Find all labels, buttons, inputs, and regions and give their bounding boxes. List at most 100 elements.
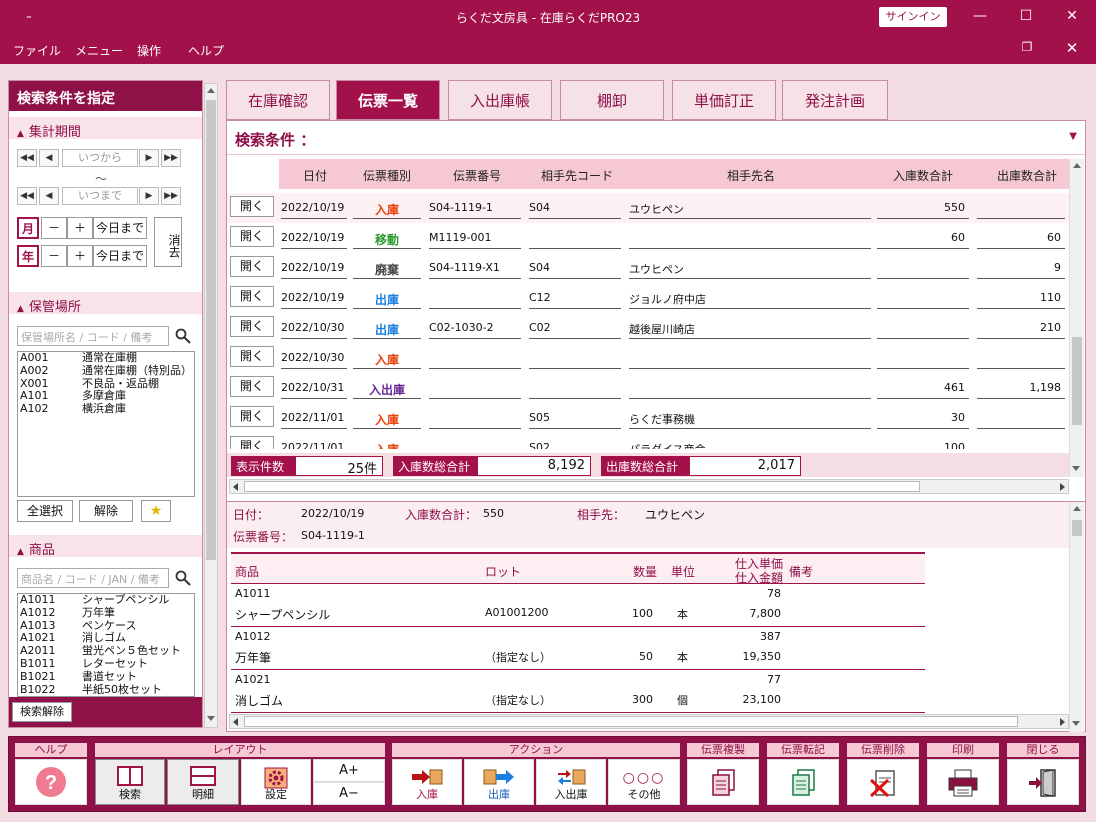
grid-row[interactable]: 開く 2022/11/01 入庫 S05 らくだ事務機 30	[227, 403, 1069, 433]
tab-slip-list[interactable]: 伝票一覧	[336, 80, 440, 120]
search-icon[interactable]	[175, 570, 191, 586]
last-icon[interactable]: ▶▶	[161, 149, 181, 167]
next-icon[interactable]: ▶	[139, 149, 159, 167]
action-out-button[interactable]: 出庫	[464, 759, 534, 805]
col-no[interactable]: 伝票番号	[453, 167, 501, 184]
grid-row[interactable]: 開く 2022/10/19 出庫 C12 ジョルノ府中店 110	[227, 283, 1069, 313]
copy-slip-button[interactable]	[687, 759, 759, 805]
action-in-button[interactable]: 入庫	[392, 759, 462, 805]
maximize-icon[interactable]: ☐	[1011, 6, 1041, 26]
menu-file[interactable]: ファイル	[13, 42, 61, 59]
tab-inout-ledger[interactable]: 入出庫帳	[448, 80, 552, 120]
open-slip-button[interactable]: 開く	[230, 376, 274, 397]
open-slip-button[interactable]: 開く	[230, 316, 274, 337]
col-kind[interactable]: 伝票種別	[363, 167, 411, 184]
col-in[interactable]: 入庫数合計	[893, 167, 953, 184]
grid-row[interactable]: 開く 2022/10/19 廃棄 S04-1119-X1 S04 ユウヒペン 9	[227, 253, 1069, 283]
tab-price-correction[interactable]: 単価訂正	[672, 80, 776, 120]
product-section[interactable]: ▲ 商品	[9, 535, 202, 558]
release-button[interactable]: 解除	[79, 500, 133, 522]
grid-row[interactable]: 開く 2022/10/19 移動 M1119-001 60 60	[227, 223, 1069, 253]
close-button[interactable]	[1007, 759, 1079, 805]
tab-stocktake[interactable]: 棚卸	[560, 80, 664, 120]
action-inout-button[interactable]: 入出庫	[536, 759, 606, 805]
transfer-slip-button[interactable]	[767, 759, 839, 805]
open-slip-button[interactable]: 開く	[230, 226, 274, 247]
date-to-field[interactable]: いつまで	[62, 187, 138, 205]
restore-icon[interactable]: ❐	[1015, 40, 1039, 58]
scroll-thumb[interactable]	[244, 716, 1018, 727]
first-icon[interactable]: ◀◀	[17, 187, 37, 205]
list-item[interactable]: B1022 半紙50枚セット	[18, 683, 194, 696]
font-up-button[interactable]: A+	[313, 759, 385, 782]
scroll-thumb[interactable]	[244, 481, 920, 492]
signin-button[interactable]: サインイン	[879, 7, 947, 27]
open-slip-button[interactable]: 開く	[230, 406, 274, 427]
grid-row[interactable]: 開く 2022/10/30 出庫 C02-1030-2 C02 越後屋川崎店 210	[227, 313, 1069, 343]
last-icon[interactable]: ▶▶	[161, 187, 181, 205]
year-minus-button[interactable]: －	[41, 245, 67, 267]
search-icon[interactable]	[175, 328, 191, 344]
tab-stock-check[interactable]: 在庫確認	[226, 80, 330, 120]
month-minus-button[interactable]: －	[41, 217, 67, 239]
action-other-button[interactable]: ○○○ その他	[608, 759, 680, 805]
dropdown-icon[interactable]: ▼	[1069, 131, 1077, 142]
menu-help[interactable]: ヘルプ	[188, 42, 224, 59]
col-out[interactable]: 出庫数合計	[997, 167, 1057, 184]
scroll-thumb[interactable]	[206, 100, 216, 560]
location-search-input[interactable]: 保管場所名 / コード / 備考	[17, 326, 169, 346]
scroll-thumb[interactable]	[1072, 520, 1082, 536]
print-button[interactable]	[927, 759, 999, 805]
close-document-icon[interactable]: ✕	[1060, 39, 1084, 57]
product-list[interactable]: A1011 シャープペンシル A1012 万年筆 A1013 ペンケース A1021 消…	[17, 593, 195, 697]
grid-row[interactable]: 開く 2022/10/30 入庫	[227, 343, 1069, 373]
grid-vertical-scrollbar[interactable]	[1069, 159, 1084, 477]
scroll-thumb[interactable]	[1072, 337, 1082, 425]
month-plus-button[interactable]: ＋	[67, 217, 93, 239]
period-section[interactable]: ▲ 集計期間	[9, 117, 202, 140]
menu-menu[interactable]: メニュー	[75, 42, 123, 59]
product-search-input[interactable]: 商品名 / コード / JAN / 備考	[17, 568, 169, 588]
open-slip-button[interactable]: 開く	[230, 436, 274, 449]
minimize-icon[interactable]: —	[965, 6, 995, 26]
open-slip-button[interactable]: 開く	[230, 256, 274, 277]
menu-operation[interactable]: 操作	[137, 42, 161, 59]
close-icon[interactable]: ✕	[1057, 6, 1087, 26]
settings-button[interactable]: 設定	[241, 759, 311, 805]
clear-period-button[interactable]: 消去	[154, 217, 182, 267]
date-from-field[interactable]: いつから	[62, 149, 138, 167]
first-icon[interactable]: ◀◀	[17, 149, 37, 167]
layout-search-button[interactable]: 検索	[95, 759, 165, 805]
help-button[interactable]: ?	[15, 759, 87, 805]
detail-row[interactable]: A1012 387 万年筆 （指定なし） 50 本 19,350	[231, 627, 925, 670]
prev-icon[interactable]: ◀	[39, 187, 59, 205]
grid-row[interactable]: 開く 2022/11/01 入庫 S02 パラダイス商会 100	[227, 433, 1069, 449]
year-today-button[interactable]: 今日まで	[93, 245, 147, 267]
location-section[interactable]: ▲ 保管場所	[9, 292, 202, 315]
detail-vertical-scrollbar[interactable]	[1069, 502, 1084, 732]
open-slip-button[interactable]: 開く	[230, 346, 274, 367]
location-list[interactable]: A001 通常在庫棚 A002 通常在庫棚（特別品） X001 不良品・返品棚 A10…	[17, 351, 195, 497]
grid-horizontal-scrollbar[interactable]	[229, 479, 1069, 494]
reset-search-button[interactable]: 検索解除	[12, 702, 72, 722]
list-item[interactable]: A102 横浜倉庫	[18, 403, 194, 416]
detail-horizontal-scrollbar[interactable]	[229, 714, 1069, 729]
select-all-button[interactable]: 全選択	[17, 500, 73, 522]
left-panel-scrollbar[interactable]	[204, 83, 218, 728]
detail-row[interactable]: A1011 78 シャープペンシル A01001200 100 本 7,800	[231, 584, 925, 627]
font-down-button[interactable]: A−	[313, 782, 385, 805]
col-code[interactable]: 相手先コード	[541, 167, 613, 184]
month-button[interactable]: 月	[17, 217, 39, 239]
favorite-star-icon[interactable]: ★	[141, 500, 171, 522]
grid-row[interactable]: 開く 2022/10/31 入出庫 461 1,198	[227, 373, 1069, 403]
col-date[interactable]: 日付	[303, 167, 327, 184]
delete-slip-button[interactable]	[847, 759, 919, 805]
month-today-button[interactable]: 今日まで	[93, 217, 147, 239]
grid-row[interactable]: 開く 2022/10/19 入庫 S04-1119-1 S04 ユウヒペン 550	[227, 193, 1069, 223]
search-condition-bar[interactable]: 検索条件 ： ▼	[227, 121, 1085, 155]
next-icon[interactable]: ▶	[139, 187, 159, 205]
layout-detail-button[interactable]: 明細	[167, 759, 239, 805]
col-name[interactable]: 相手先名	[727, 167, 775, 184]
year-plus-button[interactable]: ＋	[67, 245, 93, 267]
detail-row[interactable]: A1021 77 消しゴム （指定なし） 300 個 23,100	[231, 670, 925, 713]
